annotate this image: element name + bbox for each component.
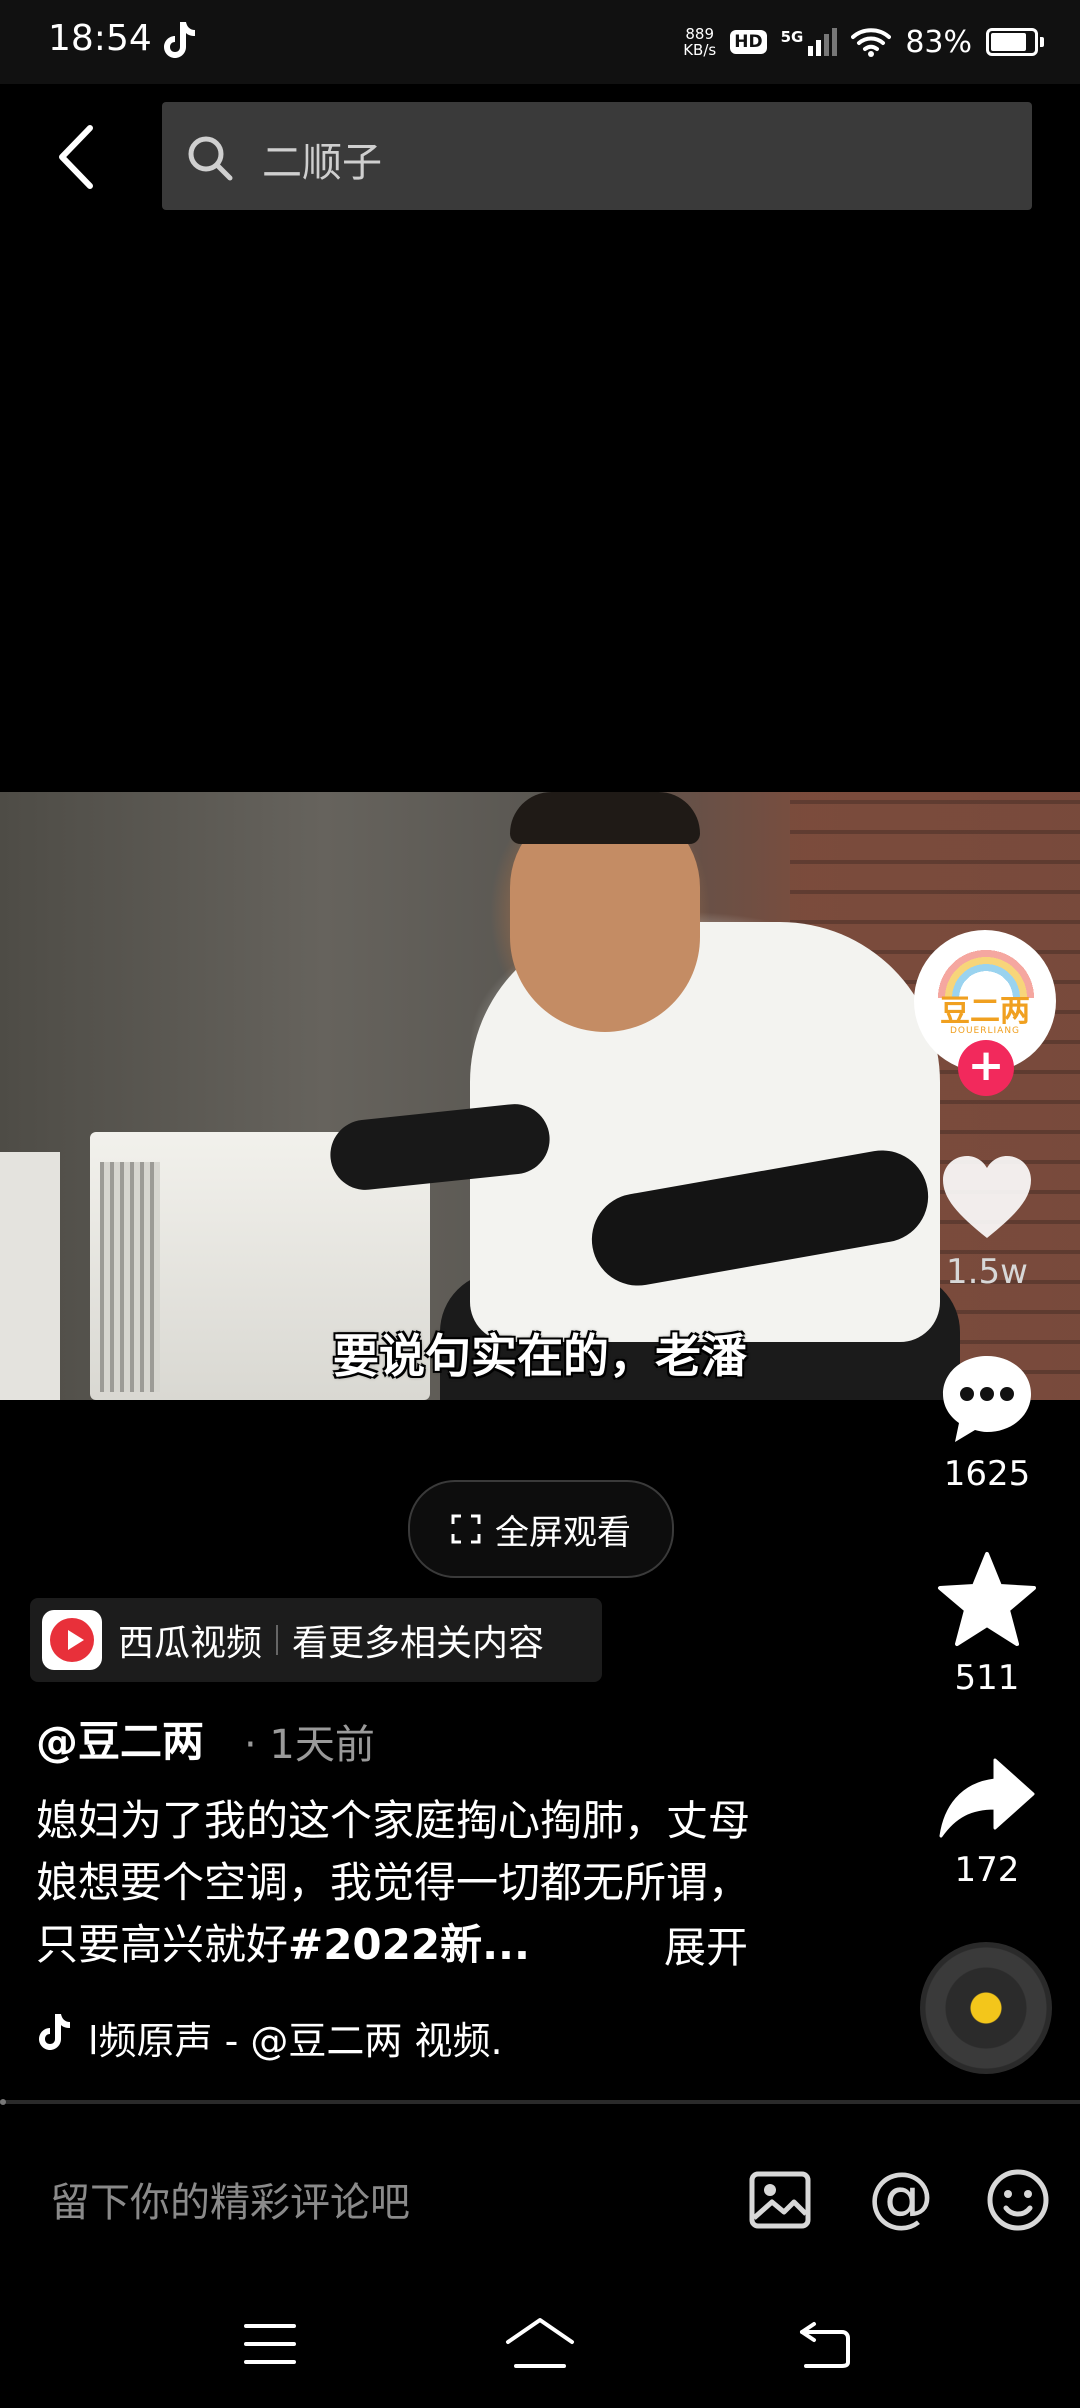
- menu-icon[interactable]: [244, 2320, 296, 2368]
- wifi-icon: [851, 28, 892, 57]
- xigua-logo-icon: [42, 1610, 102, 1670]
- home-icon[interactable]: [504, 2316, 576, 2372]
- comment-input[interactable]: 留下你的精彩评论吧: [50, 2170, 410, 2228]
- divider: [276, 1625, 279, 1655]
- smiley-icon[interactable]: [984, 2166, 1052, 2234]
- progress-knob[interactable]: [0, 2099, 6, 2105]
- hd-badge: HD: [730, 30, 767, 54]
- net-speed: 889 KB/s: [683, 25, 717, 59]
- signal-icon: 5G: [781, 28, 838, 56]
- comment-bubble-icon[interactable]: [937, 1348, 1037, 1448]
- status-indicators: 889 KB/s HD 5G 83%: [683, 16, 1044, 68]
- image-icon[interactable]: [746, 2166, 814, 2234]
- tiktok-status-icon: [164, 22, 195, 58]
- music-title[interactable]: l频原声 - @豆二两 视频.: [88, 2010, 588, 2065]
- share-arrow-icon[interactable]: [937, 1752, 1037, 1852]
- favorite-count: 511: [954, 1658, 1020, 1698]
- battery-icon: [986, 28, 1044, 56]
- star-icon[interactable]: [937, 1550, 1037, 1650]
- share-count: 172: [954, 1850, 1020, 1890]
- follow-button[interactable]: +: [958, 1040, 1014, 1096]
- caption-hashtag[interactable]: #2022新...: [288, 1920, 530, 1969]
- music-disc-icon[interactable]: [920, 1942, 1052, 2074]
- post-time: · 1天前: [244, 1722, 375, 1768]
- xigua-name: 西瓜视频: [118, 1623, 263, 1664]
- video-progress-bar[interactable]: [0, 2100, 1080, 2104]
- xigua-more-label: 看更多相关内容: [292, 1623, 545, 1664]
- mention-icon[interactable]: @: [866, 2162, 936, 2232]
- tiktok-note-icon: [39, 2014, 70, 2050]
- status-time: 18:54: [48, 18, 152, 59]
- expand-button[interactable]: 展开: [664, 1914, 748, 1975]
- back-button[interactable]: [52, 122, 100, 192]
- xigua-video-link[interactable]: 西瓜视频 看更多相关内容: [30, 1598, 602, 1682]
- video-subtitle: 要说句实在的，老潘: [333, 1329, 747, 1383]
- video-player[interactable]: 要说句实在的，老潘: [0, 792, 1080, 1400]
- battery-percent: 83%: [905, 24, 972, 60]
- back-icon[interactable]: [796, 2318, 852, 2370]
- search-icon: [188, 136, 233, 181]
- fullscreen-label: 全屏观看: [495, 1512, 631, 1553]
- status-bar: 18:54 889 KB/s HD 5G 83%: [0, 0, 1080, 84]
- comment-count: 1625: [943, 1454, 1031, 1494]
- fullscreen-button[interactable]: 全屏观看: [408, 1480, 674, 1578]
- author-name[interactable]: @豆二两: [36, 1708, 204, 1769]
- like-count: 1.5w: [946, 1252, 1028, 1292]
- search-query: 二顺子: [262, 140, 382, 186]
- fullscreen-icon: [451, 1514, 481, 1544]
- search-bar[interactable]: 二顺子: [162, 102, 1032, 210]
- heart-icon[interactable]: [937, 1150, 1037, 1250]
